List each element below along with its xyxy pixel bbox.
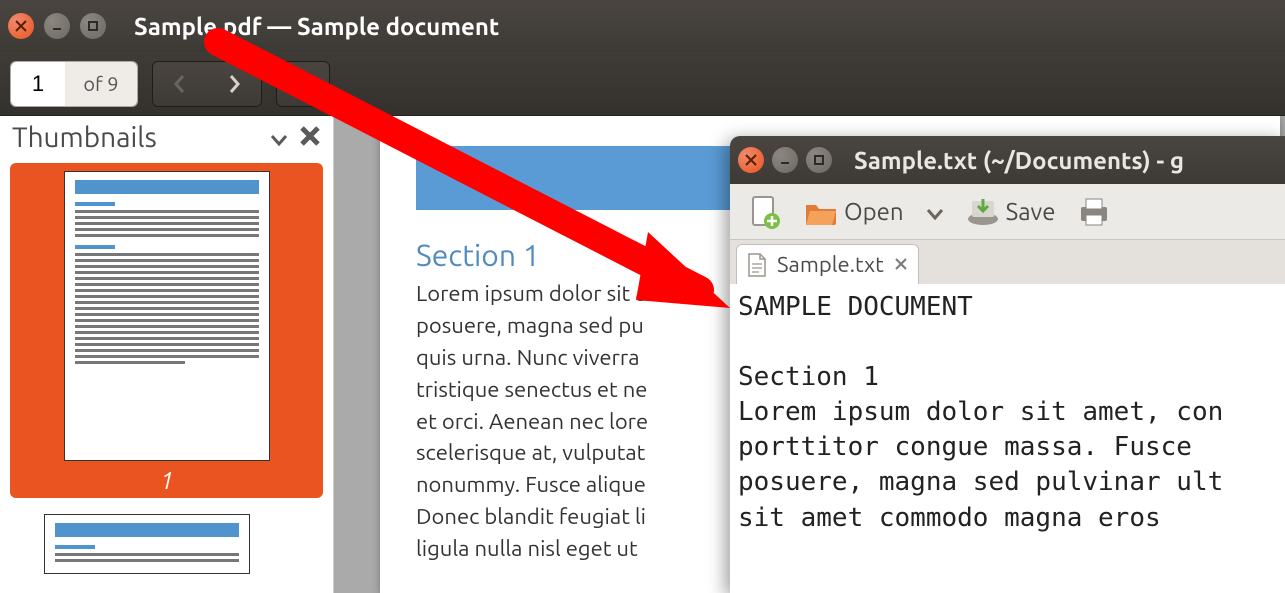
folder-open-icon [804, 195, 838, 229]
new-file-icon [748, 195, 782, 229]
open-dropdown-button[interactable] [918, 194, 952, 229]
prev-page-button[interactable] [153, 62, 207, 106]
printer-icon [1077, 195, 1111, 229]
pdf-titlebar: Sample.pdf — Sample document [0, 0, 1285, 52]
new-file-button[interactable] [740, 191, 790, 233]
page-number-input[interactable] [11, 62, 65, 106]
gedit-tab-filename: Sample.txt [777, 252, 884, 277]
window-close-button[interactable] [8, 13, 34, 39]
save-button-label: Save [1006, 198, 1056, 225]
thumbnail-page-number: 1 [160, 467, 174, 494]
thumbnail-page-2[interactable] [44, 514, 250, 574]
page-number-box: of 9 [10, 61, 138, 107]
pdf-window-title: Sample.pdf — Sample document [134, 13, 499, 40]
gedit-window-title: Sample.txt (~/Documents) - g [854, 147, 1184, 174]
gedit-window: Sample.txt (~/Documents) - g Open Save [730, 136, 1285, 593]
sidebar-header: Thumbnails [0, 116, 333, 163]
gedit-window-close-button[interactable] [738, 147, 764, 173]
print-button[interactable] [1069, 191, 1119, 233]
pdf-toolbar: of 9 [0, 52, 1285, 116]
gedit-toolbar: Open Save [730, 184, 1285, 240]
open-button[interactable]: Open [796, 191, 912, 233]
gedit-titlebar: Sample.txt (~/Documents) - g [730, 136, 1285, 184]
window-minimize-button[interactable] [44, 13, 70, 39]
gedit-file-tab[interactable]: Sample.txt [736, 244, 919, 284]
gedit-tabbar: Sample.txt [730, 240, 1285, 284]
sidebar-close-button[interactable] [299, 123, 321, 152]
save-icon [966, 195, 1000, 229]
gedit-text-content[interactable]: SAMPLE DOCUMENT Section 1 Lorem ipsum do… [730, 284, 1285, 593]
window-maximize-button[interactable] [80, 13, 106, 39]
sidebar-title: Thumbnails [12, 122, 259, 153]
open-button-label: Open [844, 198, 904, 225]
thumbnail-selected[interactable]: 1 [10, 163, 323, 498]
chevron-down-icon [926, 198, 944, 225]
tab-close-button[interactable] [894, 255, 908, 275]
page-nav-buttons [152, 61, 262, 107]
thumbnails-list[interactable]: 1 [0, 163, 333, 574]
save-button[interactable]: Save [958, 191, 1064, 233]
sidebar-dropdown-button[interactable] [269, 123, 289, 152]
thumbnail-page-1[interactable] [64, 171, 270, 461]
gedit-window-minimize-button[interactable] [772, 147, 798, 173]
thumbnails-sidebar: Thumbnails [0, 116, 334, 593]
next-page-button[interactable] [207, 62, 261, 106]
page-total-label: of 9 [65, 62, 137, 106]
gedit-window-maximize-button[interactable] [806, 147, 832, 173]
search-button[interactable] [276, 61, 330, 107]
text-file-icon [747, 252, 767, 278]
